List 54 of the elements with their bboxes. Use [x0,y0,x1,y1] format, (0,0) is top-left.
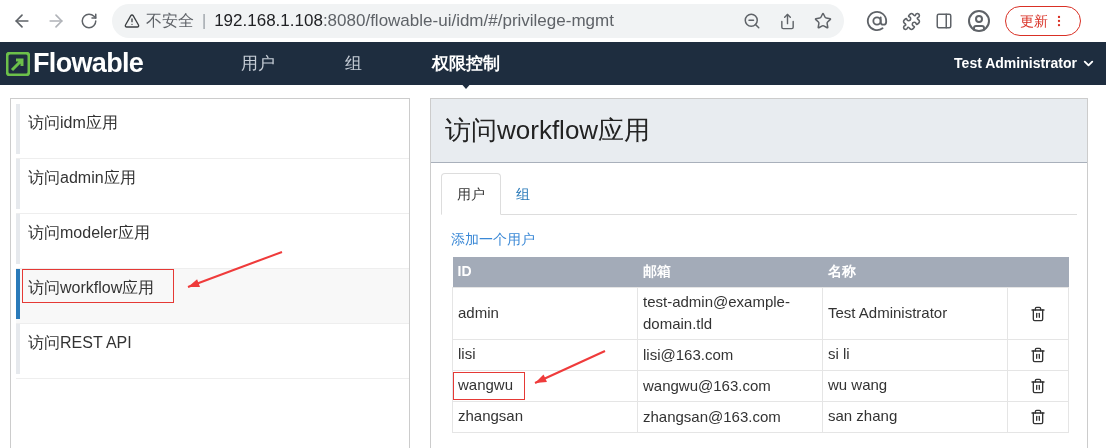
user-menu[interactable]: Test Administrator [954,53,1096,74]
sidebar-item-label: 访问REST API [27,333,133,353]
bookmark-star-icon[interactable] [814,12,832,30]
table-cell: Test Administrator [828,303,948,321]
annotation-arrow [534,349,606,384]
url-path: :8080/flowable-ui/idm/#/privilege-mgmt [322,10,614,33]
table-cell: wangwu [458,376,514,394]
column-header: 邮箱 [637,257,823,287]
tab[interactable]: 用户 [441,173,501,215]
delete-icon[interactable] [1030,409,1046,426]
address-bar[interactable]: 不安全 | 192.168.1.108:8080/flowable-ui/idm/#/privilege-mgmt [112,4,844,38]
sidebar-item[interactable]: 访问workflow应用 [16,269,409,324]
table-cell: wu wang [828,376,888,394]
sidebar-item[interactable]: 访问modeler应用 [16,214,409,269]
sidebar-item-label: 访问admin应用 [27,168,137,188]
share-icon[interactable] [779,12,796,30]
table-cell: san zhang [828,407,898,425]
extension-icon[interactable] [866,10,888,32]
table-cell: si li [828,345,850,363]
sidebar-item[interactable]: 访问admin应用 [16,159,409,214]
add-user-link[interactable]: 添加一个用户 [451,231,535,247]
table-cell: lisi [458,345,476,363]
sidebar-item[interactable]: 访问idm应用 [16,104,409,159]
table-cell-text: wangwu@163.com [643,375,772,396]
delete-icon[interactable] [1030,347,1046,364]
table-cell-text: test-admin@example-domain.tld [643,292,791,334]
table-cell-text: zhangsan@163.com [643,406,782,427]
table-cell: zhangsan [458,407,524,425]
nav-tab[interactable]: 组 [345,53,363,73]
column-header: 名称 [822,257,1008,287]
table-cell-text: lisi@163.com [643,344,735,365]
nav-tab[interactable]: 用户 [241,53,276,73]
url-separator: | [202,11,207,31]
delete-icon[interactable] [1030,378,1046,395]
nav-tab[interactable]: 权限控制 [432,53,501,73]
sidebar-item[interactable]: 访问REST API [16,324,409,379]
sidebar-item-label: 访问idm应用 [27,113,119,133]
side-panel-icon[interactable] [935,12,953,30]
extensions-icon[interactable] [902,11,921,31]
url-host: 192.168.1.108 [214,10,323,33]
column-header: ID [452,257,638,287]
sidebar-item-label: 访问modeler应用 [27,223,151,243]
sidebar-item-label: 访问workflow应用 [27,278,156,298]
profile-icon[interactable] [967,9,991,33]
logo-icon [6,51,30,76]
tab[interactable]: 组 [501,173,545,215]
security-label: 不安全 [146,11,194,31]
delete-icon[interactable] [1030,305,1046,322]
logo-text: Flowable [33,50,144,77]
reload-icon[interactable] [80,12,98,30]
table-cell: admin [458,303,499,321]
zoom-out-icon[interactable] [743,12,761,30]
warning-icon [124,13,140,29]
panel-title: 访问workflow应用 [445,114,651,147]
